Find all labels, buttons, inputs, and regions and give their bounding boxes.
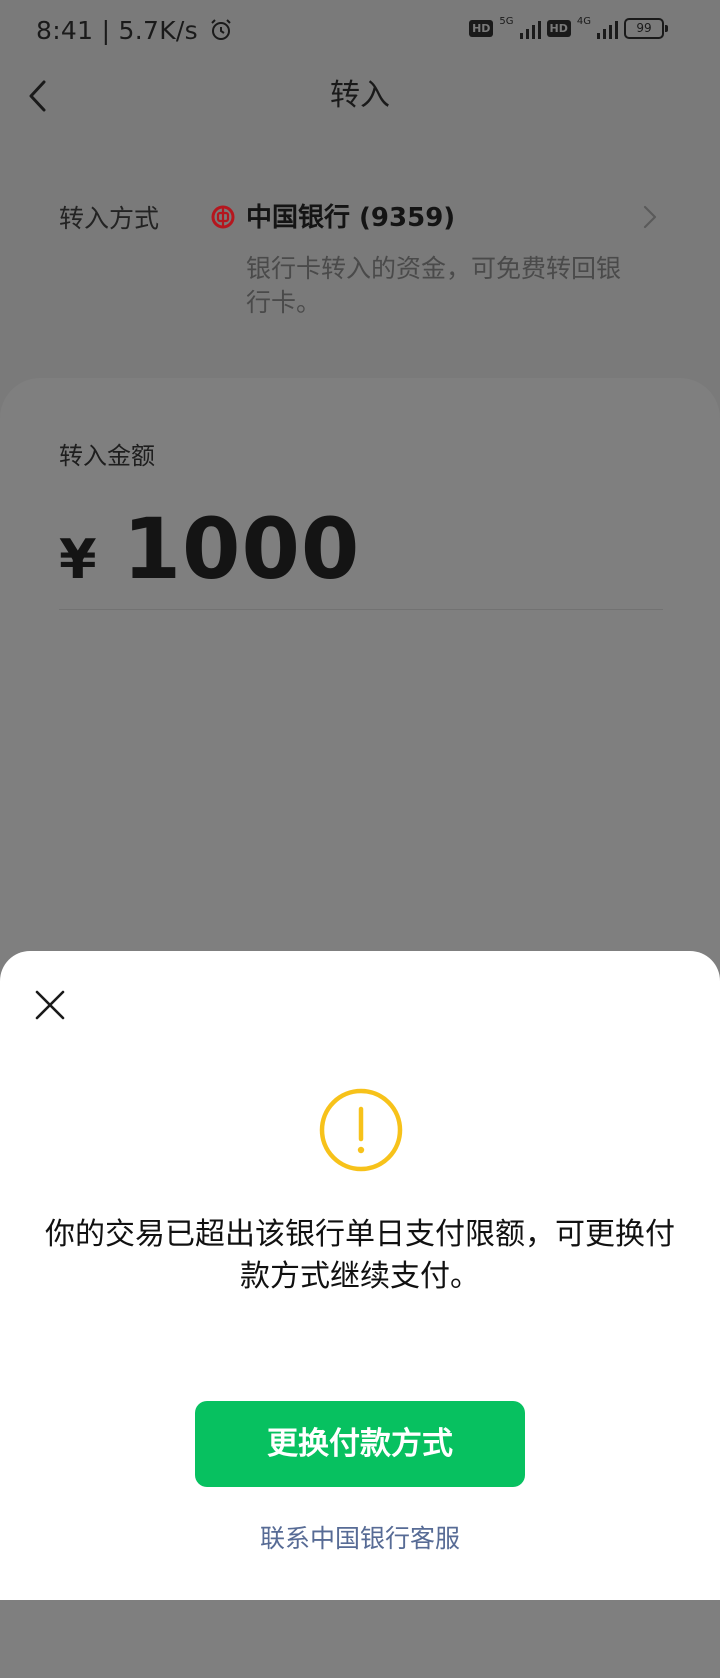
- amount-divider: [59, 609, 663, 610]
- battery-icon: 99: [624, 18, 668, 39]
- amount-value: 1000: [122, 500, 361, 598]
- error-message: 你的交易已超出该银行单日支付限额，可更换付款方式继续支付。: [45, 1217, 675, 1294]
- alarm-icon: [211, 19, 231, 40]
- hd-icon-2: HD: [546, 20, 571, 37]
- transfer-method-label: 转入方式: [59, 204, 160, 233]
- signal-icon-2: [597, 19, 618, 39]
- currency-symbol: ¥: [59, 528, 97, 591]
- contact-bank-service-link[interactable]: 联系中国银行客服: [0, 1519, 720, 1555]
- status-time: 8:41 | 5.7K/s: [36, 16, 233, 45]
- page-title: 转入: [330, 78, 390, 113]
- status-icons: HD 5G HD 4G 99: [469, 16, 668, 39]
- status-bar: 8:41 | 5.7K/s HD 5G HD 4G 99: [0, 0, 720, 62]
- hd-icon: HD: [469, 20, 494, 37]
- status-time-text: 8:41 | 5.7K/s: [36, 16, 198, 45]
- bank-card-name[interactable]: 中国银行 (9359): [246, 197, 455, 234]
- chevron-right-icon[interactable]: [640, 202, 660, 232]
- network-4g-label: 4G: [576, 16, 591, 27]
- amount-label: 转入金额: [59, 442, 155, 470]
- transfer-method-note: 银行卡转入的资金，可免费转回银行卡。: [246, 254, 622, 317]
- signal-icon: [519, 19, 541, 39]
- network-5g-label: 5G: [499, 16, 514, 27]
- battery-level: 99: [624, 18, 664, 39]
- warning-icon: [319, 1088, 403, 1172]
- change-payment-method-button[interactable]: 更换付款方式: [195, 1401, 525, 1487]
- bank-of-china-logo-icon: [211, 205, 235, 229]
- screen: 8:41 | 5.7K/s HD 5G HD 4G 99 转入 转入方式 中国银…: [0, 0, 720, 1678]
- close-icon[interactable]: [32, 987, 68, 1023]
- amount-input[interactable]: ¥ 1000: [59, 500, 360, 598]
